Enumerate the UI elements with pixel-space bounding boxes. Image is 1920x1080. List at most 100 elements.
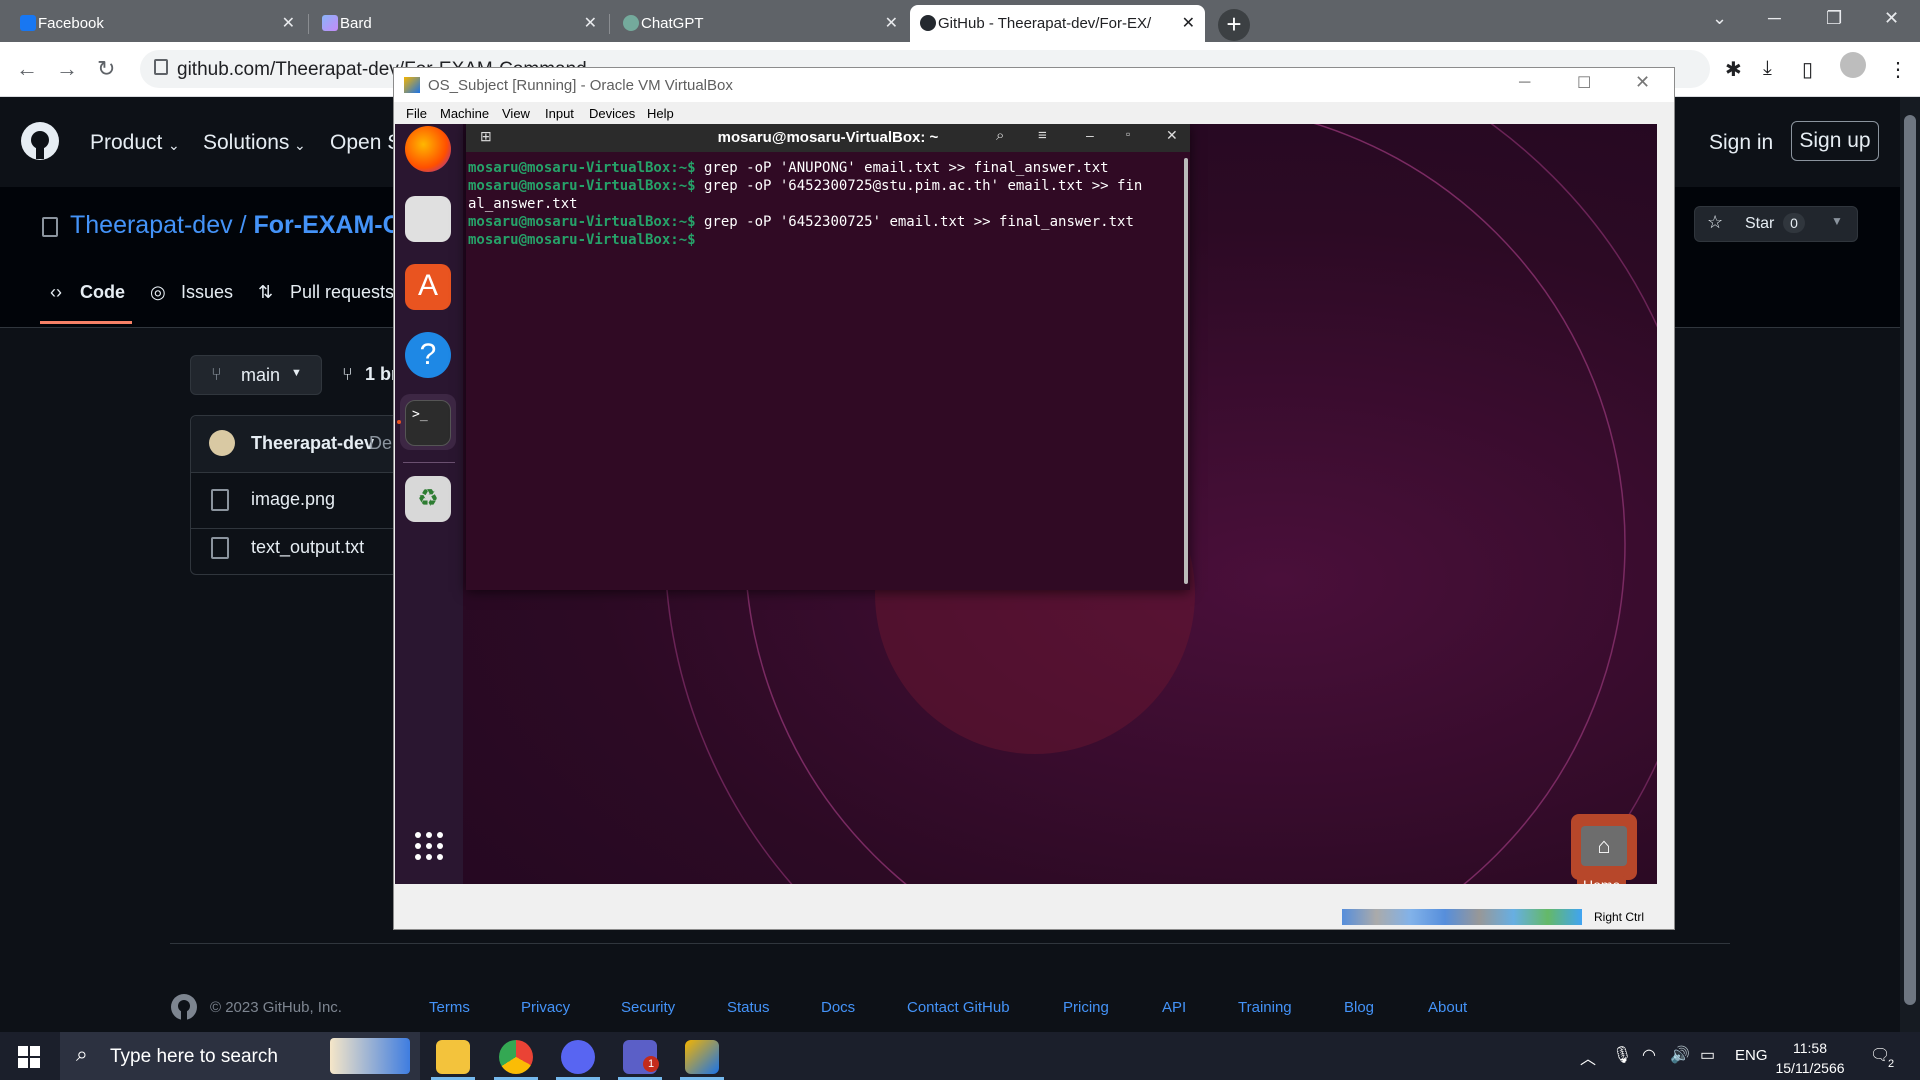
nav-product[interactable]: Product [90,131,162,155]
trash-icon[interactable]: ♻ [405,476,451,522]
maximize-icon[interactable]: ▫ [1126,127,1130,141]
app-center-icon[interactable]: A [405,264,451,310]
files-icon[interactable] [405,196,451,242]
vertical-scrollbar[interactable] [1658,124,1674,886]
hamburger-menu-icon[interactable]: ≡ [1038,127,1047,144]
file-link[interactable]: text_output.txt [251,537,364,558]
menu-input[interactable]: Input [545,106,574,121]
taskbar-search[interactable]: ⌕ Type here to search [60,1032,420,1080]
chrome-icon[interactable] [499,1040,533,1074]
footer-contact[interactable]: Contact GitHub [907,999,1010,1016]
clock[interactable]: 11:58 15/11/2566 [1775,1038,1845,1078]
help-icon[interactable]: ? [405,332,451,378]
device-status-icons[interactable] [1342,909,1582,925]
close-tab-icon[interactable]: ✕ [282,13,295,33]
close-window-icon[interactable]: ✕ [1884,8,1899,29]
close-icon[interactable]: ✕ [1166,127,1178,144]
wifi-icon[interactable]: ◠ [1642,1045,1656,1065]
sign-up-button[interactable]: Sign up [1791,121,1879,161]
menu-view[interactable]: View [502,106,530,121]
terminal-title: mosaru@mosaru-VirtualBox: ~ [717,129,939,146]
terminal-headerbar[interactable]: ⊞ mosaru@mosaru-VirtualBox: ~ ⌕ ≡ – ▫ ✕ [466,124,1190,152]
menu-icon[interactable]: ⋮ [1888,57,1908,82]
footer-api[interactable]: API [1162,999,1186,1016]
tab-bard[interactable]: Bard ✕ [312,5,607,42]
desktop-home-folder[interactable]: ⌂ Home [1571,814,1637,884]
github-logo-icon[interactable] [20,121,60,161]
tab-chatgpt[interactable]: ChatGPT ✕ [613,5,908,42]
download-icon[interactable]: ⤓ [1763,57,1772,80]
back-icon[interactable]: ← [16,56,38,82]
battery-icon[interactable]: ▭ [1700,1045,1715,1065]
footer-blog[interactable]: Blog [1344,999,1374,1016]
repo-name-link[interactable]: For-EXAM-Co [253,211,415,239]
repo-owner-link[interactable]: Theerapat-dev [70,211,233,239]
avatar [209,430,235,456]
footer-privacy[interactable]: Privacy [521,999,570,1016]
minimize-icon[interactable]: – [1086,127,1094,143]
menu-machine[interactable]: Machine [440,106,489,121]
tab-pull-requests[interactable]: Pull requests [290,282,394,303]
restore-icon[interactable]: ❐ [1826,8,1842,29]
tab-facebook[interactable]: Facebook ✕ [10,5,305,42]
tab-github[interactable]: GitHub - Theerapat-dev/For-EX/ ✕ [910,5,1205,42]
menu-devices[interactable]: Devices [589,106,635,121]
github-logo-icon[interactable] [170,993,198,1021]
maximize-icon[interactable]: ☐ [1577,73,1591,93]
branch-selector[interactable]: ⑂ main ▼ [190,355,322,395]
commit-message[interactable]: Del [369,433,396,454]
clock-date: 15/11/2566 [1775,1060,1845,1076]
close-tab-icon[interactable]: ✕ [1182,13,1195,33]
menu-file[interactable]: File [406,106,427,121]
profile-avatar[interactable] [1840,52,1866,78]
file-link[interactable]: image.png [251,489,335,510]
new-tab-button[interactable]: + [1218,9,1250,41]
language-indicator[interactable]: ENG [1735,1047,1768,1064]
terminal-icon[interactable]: >_ [405,400,451,446]
show-hidden-icons[interactable]: ︿ [1580,1045,1596,1069]
scrollbar-thumb[interactable] [1904,115,1916,1005]
volume-icon[interactable]: 🔊 [1670,1045,1690,1065]
app-grid-icon[interactable] [413,830,445,862]
menu-help[interactable]: Help [647,106,674,121]
footer-training[interactable]: Training [1238,999,1292,1016]
minimize-icon[interactable]: ─ [1768,8,1781,29]
virtualbox-taskbar-icon[interactable] [685,1040,719,1074]
footer-pricing[interactable]: Pricing [1063,999,1109,1016]
terminal-scrollbar[interactable] [1184,158,1188,584]
file-explorer-icon[interactable] [436,1040,470,1074]
tab-issues[interactable]: Issues [181,282,233,303]
nav-open-source[interactable]: Open S [330,131,401,155]
close-icon[interactable]: ✕ [1635,72,1650,93]
side-panel-icon[interactable]: ▯ [1802,57,1813,82]
star-button[interactable]: ☆ Star 0 ▼ [1694,206,1858,242]
tab-search-icon[interactable]: ⌄ [1712,8,1727,29]
extensions-icon[interactable]: ✱ [1725,57,1742,82]
close-tab-icon[interactable]: ✕ [584,13,597,33]
footer-docs[interactable]: Docs [821,999,855,1016]
terminal-window[interactable]: ⊞ mosaru@mosaru-VirtualBox: ~ ⌕ ≡ – ▫ ✕ … [466,124,1190,590]
footer-security[interactable]: Security [621,999,675,1016]
microphone-icon[interactable]: 🎙 [1612,1045,1632,1065]
page-scrollbar[interactable] [1900,97,1920,1032]
discord-icon[interactable] [561,1040,595,1074]
tab-code[interactable]: Code [80,282,125,303]
windows-start-icon[interactable] [18,1046,40,1068]
search-highlight-image [330,1038,410,1074]
reload-icon[interactable]: ↻ [97,56,115,82]
footer-status[interactable]: Status [727,999,770,1016]
guest-display[interactable]: A ? >_ ♻ ⊞ mosaru@mosaru-VirtualBox: ~ ⌕… [395,124,1657,884]
horizontal-scrollbar[interactable] [394,885,1674,905]
firefox-icon[interactable] [405,126,451,172]
footer-terms[interactable]: Terms [429,999,470,1016]
minimize-icon[interactable]: ─ [1519,74,1530,92]
forward-icon[interactable]: → [56,56,78,82]
close-tab-icon[interactable]: ✕ [885,13,898,33]
chevron-down-icon[interactable]: ▼ [1831,214,1843,228]
sign-in-link[interactable]: Sign in [1709,131,1773,155]
virtualbox-titlebar[interactable]: OS_Subject [Running] - Oracle VM Virtual… [394,68,1674,102]
search-icon[interactable]: ⌕ [996,127,1004,144]
nav-solutions[interactable]: Solutions [203,131,289,155]
commit-author[interactable]: Theerapat-dev [251,433,374,454]
footer-about[interactable]: About [1428,999,1467,1016]
